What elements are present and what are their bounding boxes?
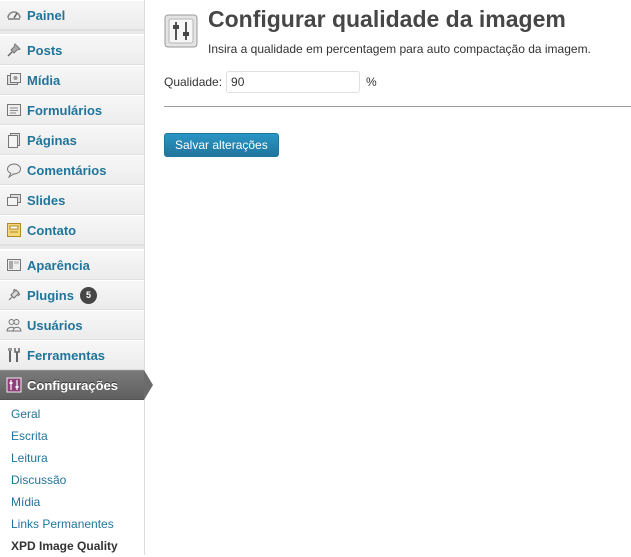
menu-label: Contato [27, 222, 77, 238]
form-divider [164, 106, 631, 107]
menu-item-midia[interactable]: Mídia [0, 65, 144, 95]
contact-icon [6, 222, 22, 238]
pages-icon [6, 132, 22, 148]
menu-item-configuracoes[interactable]: Configurações [0, 370, 153, 400]
forms-icon [6, 102, 22, 118]
comments-icon [6, 162, 22, 178]
users-icon [6, 317, 22, 333]
menu-label: Ferramentas [27, 347, 106, 363]
menu-item-usuarios[interactable]: Usuários [0, 310, 144, 340]
submenu-item-leitura[interactable]: Leitura [0, 447, 144, 469]
menu-label: Painel [27, 7, 66, 23]
menu-label: Plugins [27, 287, 74, 303]
settings-icon [6, 377, 22, 393]
appearance-icon [6, 257, 22, 273]
menu-item-paginas[interactable]: Páginas [0, 125, 144, 155]
submenu-item-midia[interactable]: Mídia [0, 491, 144, 513]
slides-icon [6, 192, 22, 208]
admin-sidebar: Painel Posts Mídia Formulários Páginas C… [0, 0, 153, 557]
menu-label: Usuários [27, 317, 83, 333]
main-content: Configurar qualidade da imagem Insira a … [164, 0, 631, 555]
menu-item-plugins[interactable]: Plugins 5 [0, 280, 144, 310]
menu-label: Slides [27, 192, 66, 208]
percent-suffix: % [366, 75, 377, 89]
quality-field-row: Qualidade: % [164, 71, 377, 93]
menu-label: Mídia [27, 72, 61, 88]
settings-submenu: Geral Escrita Leitura Discussão Mídia Li… [0, 400, 144, 557]
submenu-item-xpd-image-quality[interactable]: XPD Image Quality [0, 535, 144, 557]
menu-item-painel[interactable]: Painel [0, 0, 144, 30]
quality-label: Qualidade: [164, 75, 223, 89]
menu-label: Comentários [27, 162, 107, 178]
menu-item-comentarios[interactable]: Comentários [0, 155, 144, 185]
plugins-icon [6, 287, 22, 303]
page-title: Configurar qualidade da imagem [208, 6, 566, 32]
menu-item-formularios[interactable]: Formulários [0, 95, 144, 125]
submenu-item-geral[interactable]: Geral [0, 403, 144, 425]
menu-label: Configurações [27, 377, 119, 393]
page-description: Insira a qualidade em percentagem para a… [208, 42, 591, 56]
dashboard-icon [6, 7, 22, 23]
menu-item-aparencia[interactable]: Aparência [0, 250, 144, 280]
menu-item-contato[interactable]: Contato [0, 215, 144, 245]
save-changes-button[interactable]: Salvar alterações [164, 133, 279, 157]
menu-label: Páginas [27, 132, 77, 148]
pin-icon [6, 42, 22, 58]
submenu-item-links-permanentes[interactable]: Links Permanentes [0, 513, 144, 535]
submenu-item-escrita[interactable]: Escrita [0, 425, 144, 447]
menu-label: Aparência [27, 257, 90, 273]
plugin-update-count-badge: 5 [79, 286, 97, 304]
sliders-icon [164, 14, 198, 48]
media-icon [6, 72, 22, 88]
menu-label: Posts [27, 42, 63, 58]
menu-item-posts[interactable]: Posts [0, 35, 144, 65]
tools-icon [6, 347, 22, 363]
menu-item-slides[interactable]: Slides [0, 185, 144, 215]
submenu-item-discussao[interactable]: Discussão [0, 469, 144, 491]
menu-item-ferramentas[interactable]: Ferramentas [0, 340, 144, 370]
menu-label: Formulários [27, 102, 103, 118]
quality-input[interactable] [226, 71, 361, 93]
